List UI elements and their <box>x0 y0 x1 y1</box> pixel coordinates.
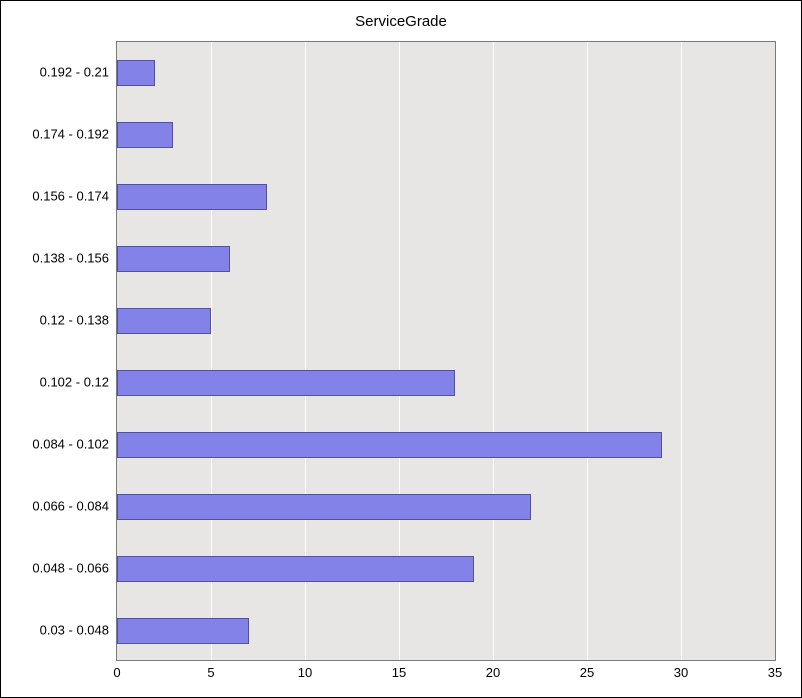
x-tick-label: 15 <box>392 665 406 680</box>
grid-line <box>587 42 588 660</box>
bar <box>117 122 173 148</box>
x-tick-label: 5 <box>207 665 214 680</box>
bar <box>117 494 531 520</box>
bar <box>117 184 267 210</box>
y-tick-label: 0.12 - 0.138 <box>9 313 109 328</box>
x-tick-label: 25 <box>580 665 594 680</box>
y-tick-label: 0.174 - 0.192 <box>9 127 109 142</box>
y-tick-label: 0.156 - 0.174 <box>9 189 109 204</box>
y-tick-label: 0.048 - 0.066 <box>9 561 109 576</box>
y-tick-label: 0.102 - 0.12 <box>9 375 109 390</box>
chart-frame: ServiceGrade 05101520253035 0.192 - 0.21… <box>0 0 802 698</box>
bar <box>117 432 662 458</box>
y-tick-label: 0.138 - 0.156 <box>9 251 109 266</box>
bar <box>117 618 249 644</box>
x-tick-label: 20 <box>486 665 500 680</box>
bar <box>117 60 155 86</box>
y-tick-label: 0.03 - 0.048 <box>9 623 109 638</box>
grid-line <box>681 42 682 660</box>
bar <box>117 246 230 272</box>
grid-line <box>493 42 494 660</box>
y-tick-label: 0.192 - 0.21 <box>9 65 109 80</box>
chart-title: ServiceGrade <box>1 13 801 30</box>
bar <box>117 370 455 396</box>
y-tick-label: 0.066 - 0.084 <box>9 499 109 514</box>
x-tick-label: 35 <box>768 665 782 680</box>
x-tick-label: 30 <box>674 665 688 680</box>
x-tick-label: 0 <box>113 665 120 680</box>
x-tick-label: 10 <box>298 665 312 680</box>
bar <box>117 556 474 582</box>
plot-area: 05101520253035 <box>116 41 776 661</box>
y-tick-label: 0.084 - 0.102 <box>9 437 109 452</box>
bar <box>117 308 211 334</box>
